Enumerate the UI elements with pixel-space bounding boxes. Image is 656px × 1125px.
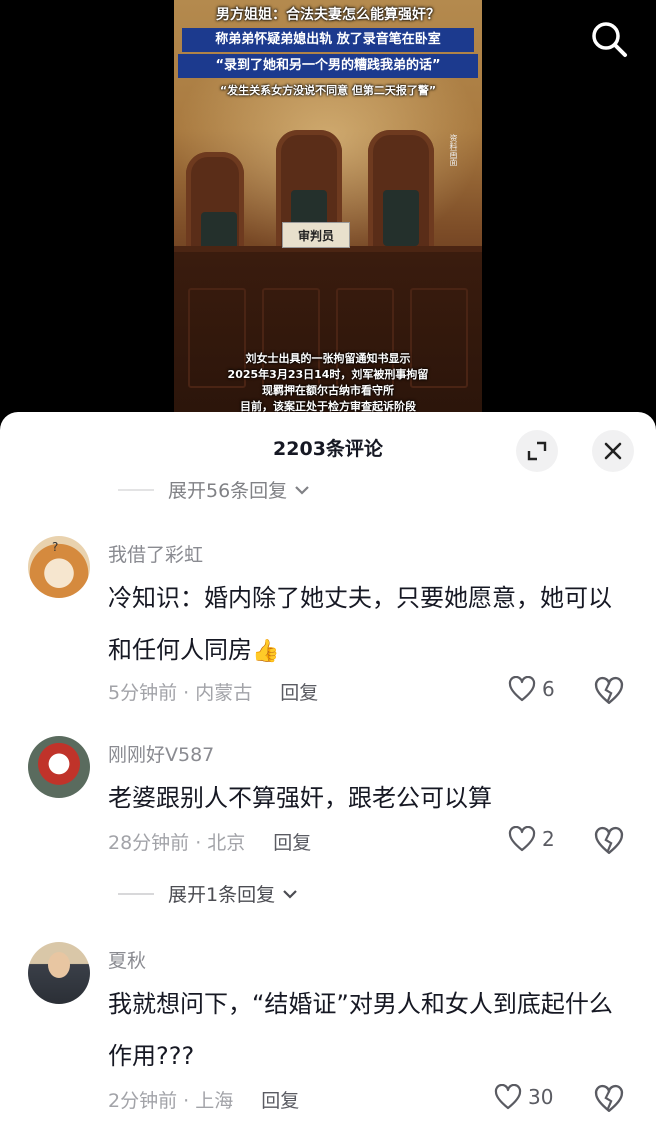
comment-meta: 5分钟前 · 内蒙古 回复 <box>108 678 318 705</box>
archive-footage-label: 资料画面 <box>449 134 458 166</box>
expand-icon <box>527 441 547 461</box>
video-subtitle: 刘女士出具的一张拘留通知书显示 <box>245 352 411 365</box>
chevron-down-icon <box>295 485 309 495</box>
comment-meta: 28分钟前 · 北京 回复 <box>108 828 311 855</box>
video-headline: 男方姐姐：合法夫妻怎么能算强奸？ <box>216 7 440 23</box>
comment-sheet: 2203条评论 展开56条回复 ? 我借了彩虹 冷知识：婚内除了她丈夫，只要她愿… <box>0 412 656 1125</box>
video-caption: “录到了她和另一个男的糟践我弟的话” <box>178 54 478 78</box>
divider-line <box>118 892 154 895</box>
broken-heart-icon[interactable] <box>594 676 624 706</box>
video-subtitle: 2025年3月23日14时，刘军被刑事拘留 <box>227 368 429 381</box>
comment-meta: 2分钟前 · 上海 回复 <box>108 1086 299 1113</box>
avatar[interactable] <box>28 736 90 798</box>
video-caption: “发生关系女方没说不同意 但第二天报了警” <box>219 84 437 97</box>
comment-time-location: 5分钟前 · 内蒙古 <box>108 682 253 704</box>
expand-replies-label: 展开1条回复 <box>168 884 276 906</box>
search-icon <box>592 22 627 57</box>
heart-icon <box>494 1084 522 1110</box>
avatar[interactable] <box>28 942 90 1004</box>
divider-line <box>118 488 154 491</box>
comment-text-body: 冷知识：婚内除了她丈夫，只要她愿意，她可以和任何人同房 <box>108 584 612 664</box>
video-player[interactable]: 审判员 资料画面 男方姐姐：合法夫妻怎么能算强奸？ 称弟弟怀疑弟媳出轨 放了录音… <box>0 0 656 430</box>
reply-button[interactable]: 回复 <box>273 828 311 855</box>
heart-icon <box>508 676 536 702</box>
comment-username[interactable]: 我借了彩虹 <box>108 540 203 567</box>
thumbs-up-emoji: 👍 <box>252 639 280 664</box>
reply-button[interactable]: 回复 <box>280 678 318 705</box>
like-button[interactable]: 2 <box>508 826 555 852</box>
video-subtitle: 现羁押在额尔古纳市看守所 <box>262 384 394 397</box>
broken-heart-icon[interactable] <box>594 826 624 856</box>
comment-time-location: 28分钟前 · 北京 <box>108 832 246 854</box>
comment-text: 老婆跟别人不算强奸，跟老公可以算 <box>108 784 492 812</box>
heart-icon <box>508 826 536 852</box>
judge-nameplate: 审判员 <box>282 222 350 248</box>
chevron-down-icon <box>283 889 297 899</box>
app-screen: 审判员 资料画面 男方姐姐：合法夫妻怎么能算强奸？ 称弟弟怀疑弟媳出轨 放了录音… <box>0 0 656 1125</box>
expand-button[interactable] <box>516 430 558 472</box>
close-icon <box>604 442 622 460</box>
search-button[interactable] <box>586 16 632 62</box>
like-count: 30 <box>528 1085 554 1109</box>
reply-button[interactable]: 回复 <box>261 1086 299 1113</box>
comment-text: 冷知识：婚内除了她丈夫，只要她愿意，她可以和任何人同房👍 <box>108 572 632 678</box>
expand-replies-toggle[interactable]: 展开1条回复 <box>118 880 299 907</box>
like-button[interactable]: 30 <box>494 1084 553 1110</box>
avatar[interactable]: ? <box>28 536 90 598</box>
comment-time-location: 2分钟前 · 上海 <box>108 1090 234 1112</box>
like-button[interactable]: 6 <box>508 676 555 702</box>
like-count: 2 <box>542 827 555 851</box>
video-frame[interactable]: 审判员 资料画面 男方姐姐：合法夫妻怎么能算强奸？ 称弟弟怀疑弟媳出轨 放了录音… <box>174 0 482 430</box>
video-caption: 称弟弟怀疑弟媳出轨 放了录音笔在卧室 <box>182 28 474 52</box>
comment-username[interactable]: 刚刚好V587 <box>108 740 214 767</box>
expand-replies-toggle[interactable]: 展开56条回复 <box>118 476 311 503</box>
question-mark-icon: ? <box>52 540 59 554</box>
expand-replies-label: 展开56条回复 <box>168 480 288 502</box>
close-button[interactable] <box>592 430 634 472</box>
comment-username[interactable]: 夏秋 <box>108 946 146 973</box>
judge-chair <box>368 130 434 252</box>
broken-heart-icon[interactable] <box>594 1084 624 1114</box>
comment-text: 我就想问下，“结婚证”对男人和女人到底起什么作用??? <box>108 990 613 1070</box>
like-count: 6 <box>542 677 555 701</box>
